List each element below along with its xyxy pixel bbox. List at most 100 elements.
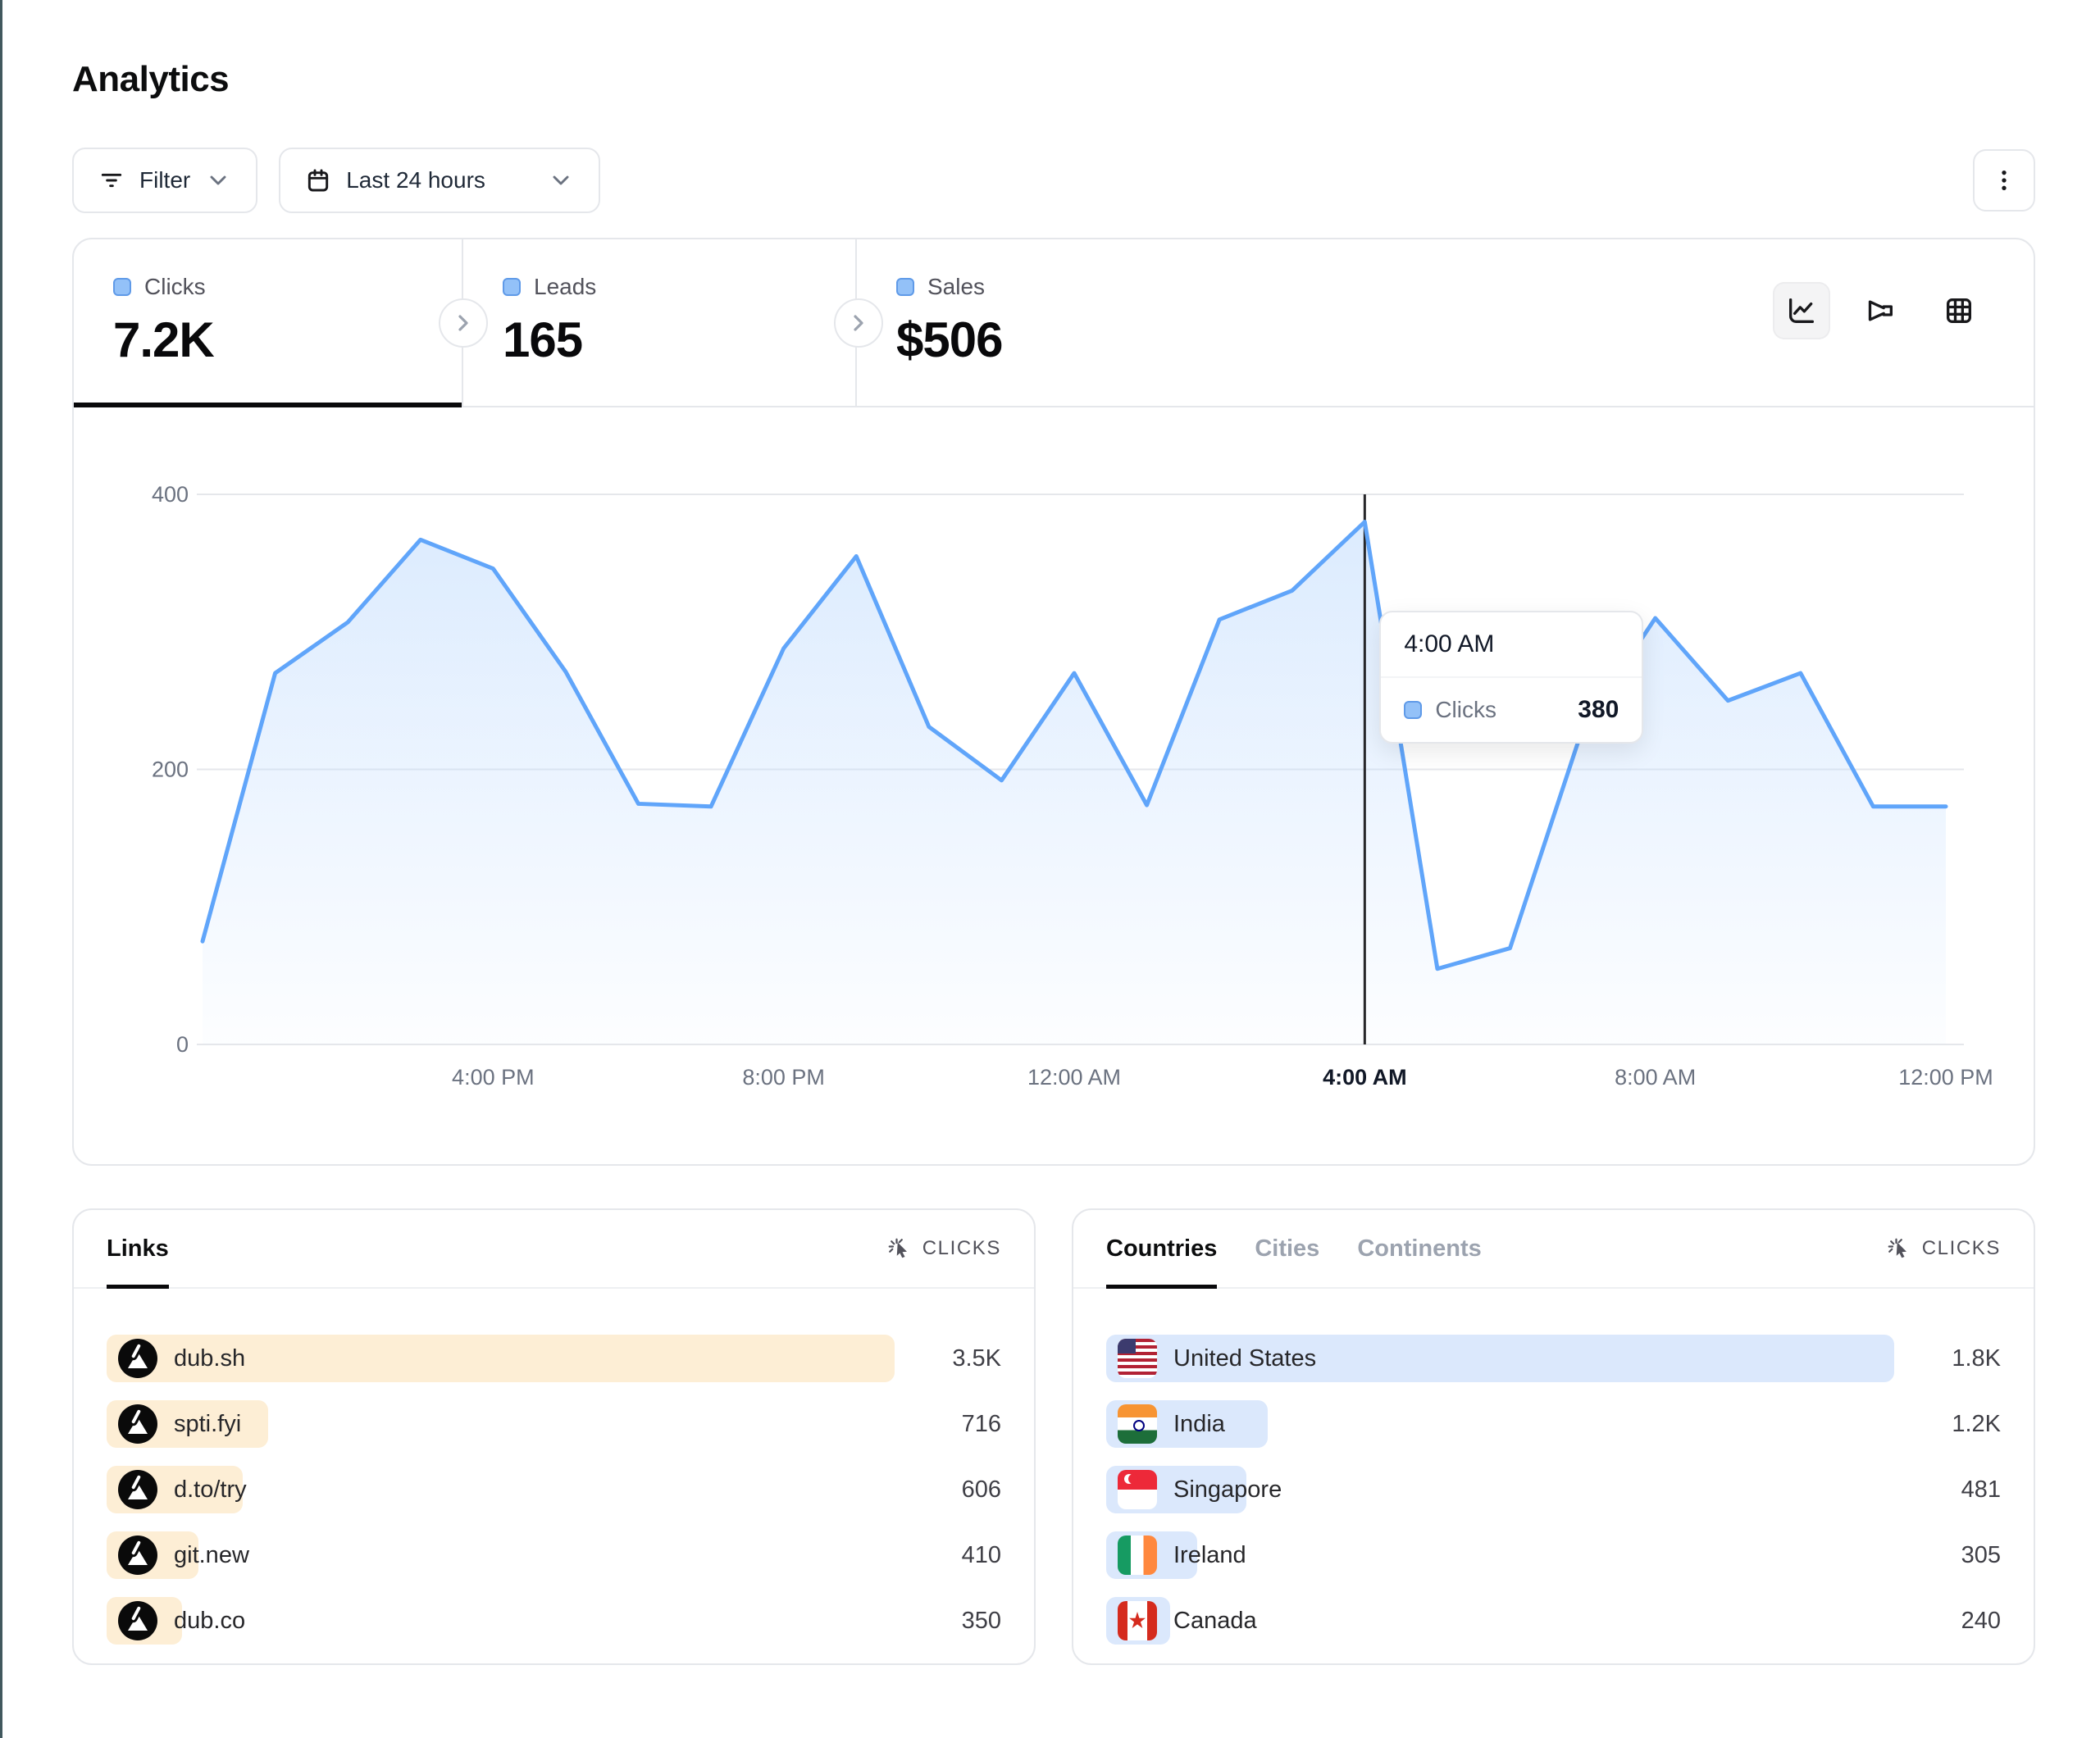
chevron-right-icon xyxy=(450,310,476,336)
country-flag-icon xyxy=(1118,1601,1157,1640)
table-row[interactable]: d.to/try 606 xyxy=(107,1466,1001,1513)
tab-cities[interactable]: Cities xyxy=(1255,1210,1319,1287)
analytics-page: Analytics Filter Last 24 hours xyxy=(2,0,2100,1665)
dub-logo-icon xyxy=(118,1470,157,1509)
funnel-icon xyxy=(1864,294,1897,327)
clicks-count: 350 xyxy=(895,1608,1001,1635)
date-range-button[interactable]: Last 24 hours xyxy=(279,148,600,213)
table-row[interactable]: United States 1.8K xyxy=(1106,1335,2001,1382)
dub-logo-icon xyxy=(118,1536,157,1575)
countries-panel-header: Countries Cities Continents CLICKS xyxy=(1073,1210,2034,1289)
table-row[interactable]: git.new 410 xyxy=(107,1531,1001,1579)
filter-label: Filter xyxy=(139,167,190,193)
more-menu-button[interactable] xyxy=(1973,149,2035,212)
bar-track: Singapore xyxy=(1106,1466,1894,1513)
dub-logo-icon xyxy=(118,1404,157,1444)
expand-leads-button[interactable] xyxy=(439,298,488,348)
clicks-count: 305 xyxy=(1894,1542,2001,1569)
links-panel-header: Links CLICKS xyxy=(74,1210,1034,1289)
kebab-menu-icon xyxy=(1991,167,2017,193)
bar-track: dub.sh xyxy=(107,1335,895,1382)
clicks-area-chart[interactable]: 02004004:00 PM8:00 PM12:00 AM4:00 AM8:00… xyxy=(74,407,2035,1164)
countries-panel: Countries Cities Continents CLICKS xyxy=(1072,1208,2035,1665)
chart-tooltip: 4:00 AM Clicks 380 xyxy=(1379,611,1643,744)
line-chart-icon xyxy=(1785,294,1818,327)
countries-list: United States 1.8K India 1.2K Singapore … xyxy=(1073,1289,2034,1645)
tab-clicks[interactable]: Clicks 7.2K xyxy=(74,239,463,406)
links-panel: Links CLICKS dub.sh 3.5K xyxy=(72,1208,1036,1665)
toolbar: Filter Last 24 hours xyxy=(72,148,2035,213)
leads-series-swatch xyxy=(503,278,521,296)
link-label: dub.co xyxy=(174,1608,245,1635)
stat-label: Clicks xyxy=(144,274,206,300)
metric-label: CLICKS xyxy=(922,1237,1001,1260)
stat-value: $506 xyxy=(896,312,1250,368)
clicks-count: 716 xyxy=(895,1411,1001,1438)
bar-track: git.new xyxy=(107,1531,895,1579)
stat-label: Leads xyxy=(534,274,596,300)
country-flag-icon xyxy=(1118,1339,1157,1378)
bar-track: spti.fyi xyxy=(107,1400,895,1448)
line-chart-view-button[interactable] xyxy=(1773,282,1830,339)
table-row[interactable]: spti.fyi 716 xyxy=(107,1400,1001,1448)
table-grid-icon xyxy=(1943,294,1975,327)
link-label: dub.sh xyxy=(174,1345,245,1372)
cursor-click-icon xyxy=(886,1236,911,1261)
country-label: Singapore xyxy=(1173,1476,1282,1504)
countries-metric-toggle[interactable]: CLICKS xyxy=(1886,1236,2001,1261)
tab-label: Cities xyxy=(1255,1235,1319,1263)
page-title: Analytics xyxy=(72,59,2035,100)
tooltip-value: 380 xyxy=(1578,696,1619,724)
bar-track: dub.co xyxy=(107,1597,895,1645)
country-label: India xyxy=(1173,1411,1225,1438)
analytics-card: Clicks 7.2K Leads 165 Sales $506 xyxy=(72,238,2035,1166)
clicks-count: 1.2K xyxy=(1894,1411,2001,1438)
tab-continents[interactable]: Continents xyxy=(1357,1210,1481,1287)
table-row[interactable]: Canada 240 xyxy=(1106,1597,2001,1645)
sales-series-swatch xyxy=(896,278,914,296)
tooltip-series: Clicks xyxy=(1435,697,1496,723)
clicks-count: 1.8K xyxy=(1894,1345,2001,1372)
tab-leads[interactable]: Leads 165 xyxy=(463,239,857,406)
clicks-series-swatch xyxy=(113,278,131,296)
tab-label: Links xyxy=(107,1235,169,1263)
stat-value: 7.2K xyxy=(113,312,462,368)
tab-links[interactable]: Links xyxy=(107,1210,169,1287)
tooltip-time: 4:00 AM xyxy=(1381,612,1642,678)
tab-label: Continents xyxy=(1357,1235,1481,1263)
bar-track: Canada xyxy=(1106,1597,1894,1645)
table-row[interactable]: Singapore 481 xyxy=(1106,1466,2001,1513)
bar-track: Ireland xyxy=(1106,1531,1894,1579)
table-row[interactable]: Ireland 305 xyxy=(1106,1531,2001,1579)
clicks-count: 481 xyxy=(1894,1476,2001,1504)
table-row[interactable]: India 1.2K xyxy=(1106,1400,2001,1448)
svg-text:12:00 AM: 12:00 AM xyxy=(1027,1065,1121,1090)
clicks-count: 240 xyxy=(1894,1608,2001,1635)
chevron-right-icon xyxy=(845,310,872,336)
toolbar-filters: Filter Last 24 hours xyxy=(72,148,600,213)
chevron-down-icon xyxy=(205,167,231,193)
link-label: git.new xyxy=(174,1542,249,1569)
tab-countries[interactable]: Countries xyxy=(1106,1210,1217,1287)
filter-button[interactable]: Filter xyxy=(72,148,257,213)
bar-track: United States xyxy=(1106,1335,1894,1382)
links-metric-toggle[interactable]: CLICKS xyxy=(886,1236,1001,1261)
expand-sales-button[interactable] xyxy=(834,298,883,348)
tab-sales[interactable]: Sales $506 xyxy=(857,239,1250,406)
svg-text:12:00 PM: 12:00 PM xyxy=(1898,1065,1993,1090)
table-view-button[interactable] xyxy=(1930,282,1988,339)
breakdown-panels: Links CLICKS dub.sh 3.5K xyxy=(72,1208,2035,1665)
country-flag-icon xyxy=(1118,1470,1157,1509)
dub-logo-icon xyxy=(118,1339,157,1378)
bar-track: d.to/try xyxy=(107,1466,895,1513)
links-list: dub.sh 3.5K spti.fyi 716 d.to/try 606 xyxy=(74,1289,1034,1645)
country-flag-icon xyxy=(1118,1404,1157,1444)
link-label: d.to/try xyxy=(174,1476,247,1504)
dub-logo-icon xyxy=(118,1601,157,1640)
svg-text:0: 0 xyxy=(176,1032,189,1057)
table-row[interactable]: dub.co 350 xyxy=(107,1597,1001,1645)
stats-tabs: Clicks 7.2K Leads 165 Sales $506 xyxy=(74,239,2034,407)
svg-text:4:00 PM: 4:00 PM xyxy=(452,1065,535,1090)
funnel-view-button[interactable] xyxy=(1852,282,1909,339)
table-row[interactable]: dub.sh 3.5K xyxy=(107,1335,1001,1382)
